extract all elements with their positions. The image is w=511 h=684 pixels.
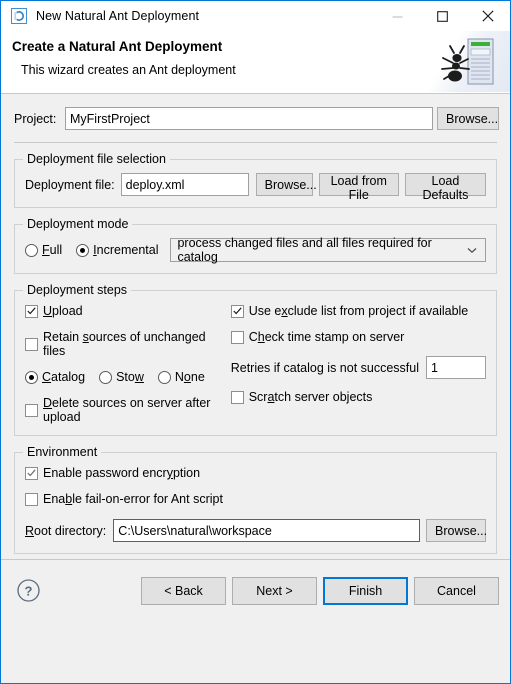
next-button[interactable]: Next >	[232, 577, 317, 605]
radio-incremental-label: Incremental	[93, 243, 159, 257]
wizard-body: Project: Browse... Deployment file selec…	[1, 94, 510, 622]
checkbox-check-time-stamp-label: Check time stamp on server	[248, 330, 405, 344]
radio-incremental[interactable]: Incremental	[76, 243, 158, 257]
radio-incremental-indicator	[76, 243, 90, 257]
root-directory-row: Root directory: Browse...	[25, 519, 487, 542]
checkbox-fail-on-error-label: Enable fail-on-error for Ant script	[43, 492, 223, 506]
wizard-header: Create a Natural Ant Deployment This wiz…	[1, 31, 510, 94]
checkbox-use-exclude-list-label: Use exclude list from project if availab…	[248, 304, 469, 318]
checkbox-check-time-stamp[interactable]: Check time stamp on server	[230, 330, 486, 344]
checkbox-check-time-stamp-indicator	[230, 330, 244, 344]
natural-app-icon	[11, 8, 27, 24]
deployment-mode-combo-value: process changed files and all files requ…	[177, 236, 432, 264]
checkbox-password-encryption-label: Enable password encryption	[43, 466, 201, 480]
checkbox-upload-label: Upload	[43, 304, 83, 318]
back-button[interactable]: < Back	[141, 577, 226, 605]
checkbox-scratch-server-objects[interactable]: Scratch server objects	[230, 390, 486, 404]
retries-label: Retries if catalog is not successful	[230, 360, 419, 375]
load-from-file-button[interactable]: Load from File	[318, 173, 399, 202]
project-browse-button[interactable]: Browse...	[437, 107, 499, 130]
radio-full-label: Full	[42, 243, 63, 257]
cancel-button[interactable]: Cancel	[414, 577, 499, 605]
chevron-down-icon	[463, 247, 481, 254]
checkbox-password-encryption-indicator	[25, 466, 38, 480]
radio-none[interactable]: None	[157, 370, 205, 384]
retries-row: Retries if catalog is not successful	[231, 356, 486, 379]
radio-stow[interactable]: Stow	[99, 370, 144, 384]
checkbox-upload[interactable]: Upload	[25, 304, 231, 318]
checkbox-scratch-server-objects-indicator	[230, 390, 244, 404]
checkbox-retain-sources-label: Retain sources of unchanged files	[43, 330, 206, 358]
ant-server-banner	[405, 31, 510, 92]
deployment-mode-row: Full Incremental process changed files a…	[25, 236, 486, 264]
maximize-icon[interactable]	[420, 1, 465, 31]
minimize-icon[interactable]	[375, 1, 420, 31]
radio-catalog-indicator	[25, 370, 38, 384]
deployment-mode-combo[interactable]: process changed files and all files requ…	[170, 236, 486, 264]
window-controls	[375, 1, 510, 31]
page-title: Create a Natural Ant Deployment	[12, 39, 223, 54]
checkbox-use-exclude-list[interactable]: Use exclude list from project if availab…	[230, 304, 486, 318]
title-bar: New Natural Ant Deployment	[1, 1, 510, 31]
deployment-file-group: Deployment file selection Deployment fil…	[14, 152, 497, 208]
checkbox-upload-indicator	[25, 304, 38, 318]
environment-group: Environment Enable password encryption E…	[14, 445, 497, 554]
svg-text:?: ?	[25, 583, 33, 598]
checkbox-scratch-server-objects-label: Scratch server objects	[248, 390, 373, 404]
checkbox-fail-on-error[interactable]: Enable fail-on-error for Ant script	[25, 492, 486, 506]
radio-catalog-label: Catalog	[42, 370, 86, 384]
checkbox-delete-sources-indicator	[25, 403, 38, 417]
deployment-file-browse-button[interactable]: Browse...	[255, 173, 317, 196]
environment-group-title: Environment	[23, 445, 102, 459]
checkbox-delete-sources[interactable]: Delete sources on server after upload	[25, 396, 231, 424]
root-directory-label: Root directory:	[25, 523, 107, 538]
checkbox-password-encryption[interactable]: Enable password encryption	[25, 466, 486, 480]
footer-buttons: < Back Next > Finish Cancel	[141, 577, 499, 605]
project-row: Project: Browse...	[1, 94, 510, 130]
radio-full-indicator	[25, 243, 38, 257]
checkbox-use-exclude-list-indicator	[230, 304, 244, 318]
radio-catalog[interactable]: Catalog	[25, 370, 85, 384]
radio-stow-indicator	[99, 370, 113, 384]
deployment-steps-group: Deployment steps Upload Retain sources o…	[14, 283, 497, 436]
root-directory-input[interactable]	[113, 519, 420, 542]
load-defaults-button[interactable]: Load Defaults	[404, 173, 486, 202]
deployment-file-label: Deployment file:	[25, 177, 115, 192]
checkbox-retain-sources[interactable]: Retain sources of unchanged files	[25, 330, 231, 358]
checkbox-delete-sources-label: Delete sources on server after upload	[43, 396, 211, 424]
radio-none-indicator	[157, 370, 171, 384]
checkbox-fail-on-error-indicator	[25, 492, 38, 506]
catalog-radio-row: Catalog Stow None	[25, 370, 231, 384]
root-directory-browse-button[interactable]: Browse...	[426, 519, 487, 542]
radio-full[interactable]: Full	[25, 243, 62, 257]
finish-button[interactable]: Finish	[323, 577, 408, 605]
checkbox-retain-sources-indicator	[25, 337, 38, 351]
separator	[14, 142, 497, 143]
window-title: New Natural Ant Deployment	[36, 9, 200, 23]
wizard-dialog: New Natural Ant Deployment Create a Natu…	[0, 0, 511, 684]
project-label: Project:	[14, 111, 57, 126]
deployment-mode-group: Deployment mode Full Incremental process…	[14, 217, 497, 274]
deployment-file-group-title: Deployment file selection	[23, 152, 170, 166]
deployment-file-input[interactable]	[120, 173, 249, 196]
retries-input[interactable]	[426, 356, 486, 379]
wizard-footer: ? < Back Next > Finish Cancel	[1, 559, 510, 622]
deployment-file-row: Deployment file: Browse... Load from Fil…	[25, 173, 486, 202]
help-icon[interactable]: ?	[16, 578, 41, 608]
radio-none-label: None	[174, 370, 205, 384]
radio-stow-label: Stow	[116, 370, 144, 384]
deployment-mode-group-title: Deployment mode	[23, 217, 133, 231]
close-icon[interactable]	[465, 1, 510, 31]
project-input[interactable]	[65, 107, 433, 130]
deployment-steps-group-title: Deployment steps	[23, 283, 132, 297]
page-subtitle: This wizard creates an Ant deployment	[21, 63, 236, 77]
